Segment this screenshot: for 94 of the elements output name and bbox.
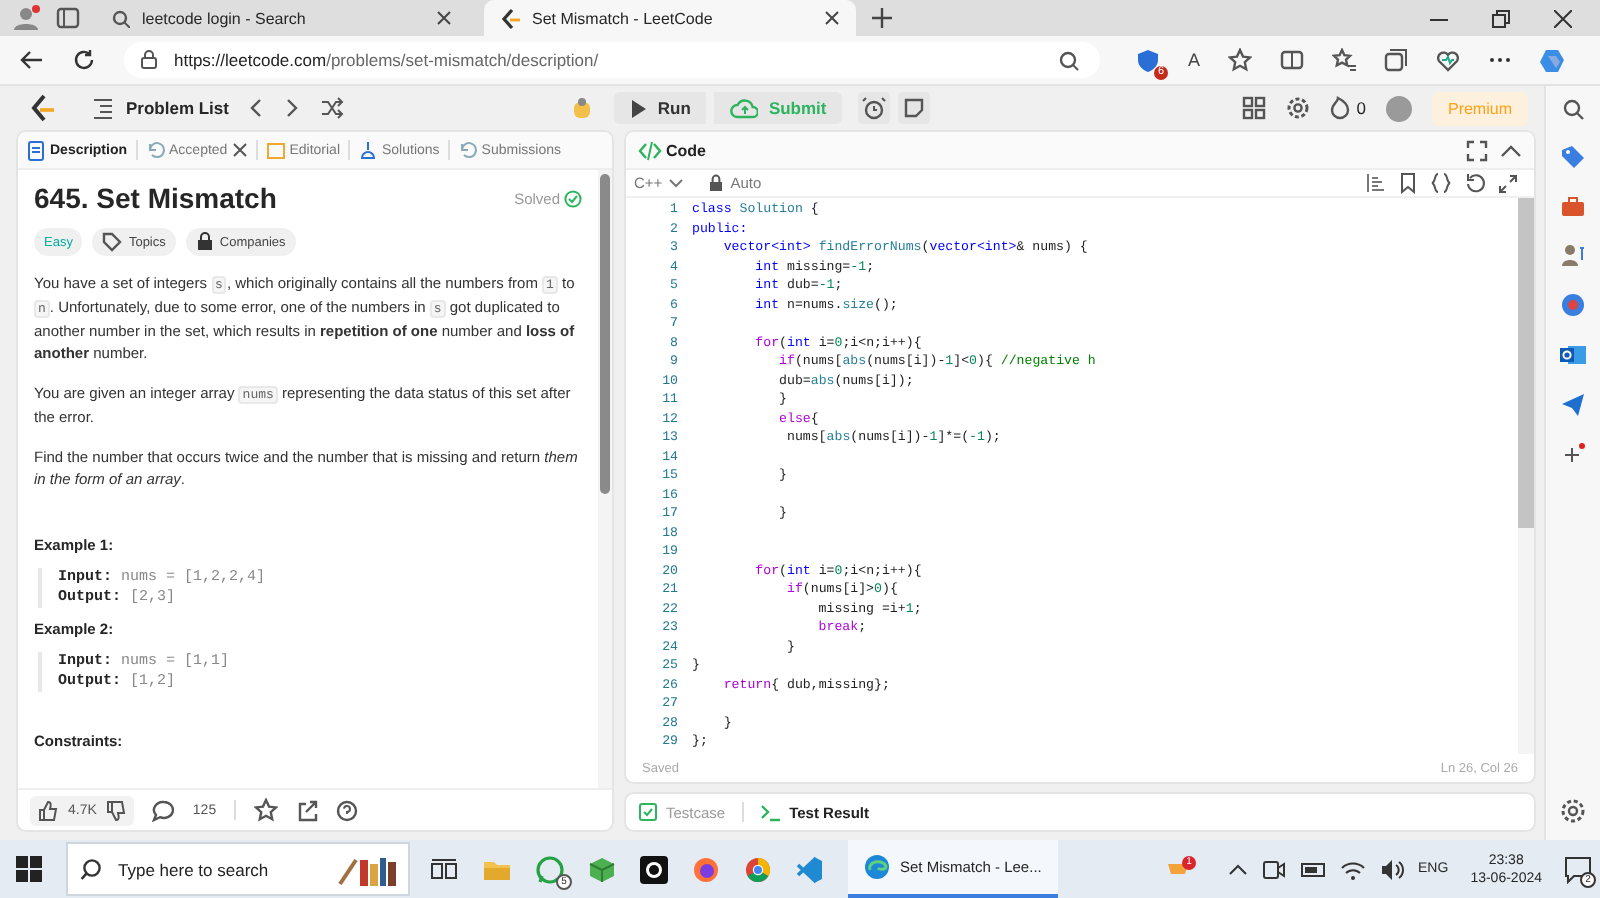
tab-icon (358, 139, 378, 161)
panel-tab[interactable]: Code (638, 139, 706, 161)
help-icon[interactable] (336, 799, 359, 821)
checkbox-icon (638, 802, 658, 822)
close-icon[interactable] (231, 142, 248, 158)
toolbox-icon[interactable] (1560, 194, 1586, 218)
books-drawing (336, 853, 396, 885)
windows-start-icon[interactable] (16, 856, 42, 882)
close-icon[interactable] (1554, 9, 1572, 27)
search-icon (80, 858, 102, 880)
star-icon[interactable] (254, 798, 279, 822)
problem-list-button[interactable]: Problem List (92, 96, 229, 120)
chat-bubble-icon (536, 855, 564, 883)
meet-now-icon[interactable] (1262, 857, 1287, 881)
tab-icon (265, 139, 286, 161)
thumbs-up-icon[interactable] (38, 799, 58, 821)
message-icon (1564, 855, 1592, 883)
bookmark-icon[interactable] (1398, 172, 1418, 194)
person-icon[interactable] (1560, 242, 1586, 268)
tag-icon (102, 232, 123, 252)
paper-plane-icon[interactable] (1560, 392, 1586, 418)
search-icon (112, 9, 130, 27)
expand-icon[interactable] (1498, 173, 1518, 193)
lock-icon (708, 174, 725, 192)
collapse-icon[interactable] (1500, 141, 1522, 159)
vscode-icon[interactable] (796, 855, 824, 883)
caret-icon (668, 177, 685, 189)
browser-tab[interactable]: Set Mismatch - LeetCode (484, 0, 856, 36)
wifi-icon[interactable] (1340, 857, 1367, 881)
format-icon[interactable] (1366, 172, 1386, 194)
favorite-star-icon[interactable] (1228, 48, 1253, 72)
heart-pulse-icon[interactable] (1436, 48, 1461, 72)
thumbs-down-icon[interactable] (106, 799, 127, 821)
restore-icon[interactable] (1492, 9, 1510, 27)
note-icon[interactable] (898, 92, 931, 124)
new-tab-icon[interactable] (872, 8, 892, 28)
problem-title: 645. Set Mismatch (34, 182, 279, 214)
tab-icon (145, 139, 166, 161)
collections-icon[interactable] (1384, 48, 1409, 72)
task-view-icon[interactable] (430, 857, 458, 881)
settings-icon[interactable] (1286, 96, 1311, 120)
search-icon[interactable] (1562, 98, 1584, 120)
alarm-clock-icon[interactable] (858, 92, 891, 124)
lock-icon[interactable] (140, 50, 158, 70)
battery-icon[interactable] (1300, 857, 1327, 881)
tab-icon (26, 139, 46, 161)
browser-tab[interactable]: leetcode login - Search (96, 0, 468, 36)
leetcode-logo-icon (500, 7, 520, 29)
back-icon[interactable] (20, 48, 44, 72)
shield-icon (1136, 47, 1160, 73)
reset-icon[interactable] (1464, 172, 1486, 194)
previous-icon[interactable] (248, 98, 265, 118)
read-aloud-button[interactable]: A (1188, 50, 1201, 70)
scroll-thumb[interactable] (1518, 198, 1534, 528)
play-icon (629, 97, 648, 119)
next-icon[interactable] (284, 98, 301, 118)
chrome-icon[interactable] (744, 855, 772, 883)
run-button[interactable]: Run (613, 92, 707, 124)
refresh-icon[interactable] (72, 48, 96, 72)
cloud-upload-icon (730, 96, 759, 120)
streak-counter[interactable]: 0 (1330, 96, 1366, 120)
comment-icon[interactable] (152, 799, 175, 821)
tag-icon[interactable] (1560, 144, 1586, 170)
lock-icon (195, 232, 214, 252)
speaker-icon[interactable] (1380, 857, 1405, 881)
tab-icon (457, 139, 478, 161)
layout-icon[interactable] (1242, 96, 1267, 120)
zoom-icon[interactable] (1058, 49, 1080, 71)
shuffle-icon[interactable] (320, 96, 345, 120)
close-icon[interactable] (436, 10, 452, 26)
cube-icon[interactable] (588, 855, 616, 883)
plus-icon[interactable] (1560, 442, 1586, 466)
fullscreen-icon[interactable] (1466, 139, 1488, 161)
edge-icon (864, 854, 890, 880)
scrollbar[interactable] (1518, 198, 1534, 754)
braces-icon[interactable] (1430, 172, 1452, 194)
code-icon (638, 139, 662, 161)
list-icon (92, 96, 114, 120)
chevron-up-icon[interactable] (1228, 861, 1249, 877)
outlook-icon[interactable] (1560, 342, 1586, 368)
check-circle-icon (564, 189, 582, 207)
terminal-icon (759, 802, 782, 822)
search-field[interactable]: Type here to search (66, 842, 410, 896)
favorites-icon[interactable] (1332, 48, 1357, 72)
close-icon[interactable] (824, 10, 840, 26)
scrollbar[interactable] (598, 170, 612, 788)
address-field[interactable]: https://leetcode.com/problems/set-mismatch/description/ (124, 42, 1100, 78)
split-screen-icon[interactable] (1280, 48, 1305, 72)
scroll-thumb[interactable] (600, 174, 610, 494)
share-icon[interactable] (296, 799, 319, 821)
tab-actions-icon[interactable] (56, 6, 80, 30)
leetcode-logo-icon[interactable] (28, 94, 56, 122)
profile-icon[interactable] (12, 4, 40, 32)
settings-icon[interactable] (1560, 798, 1586, 824)
